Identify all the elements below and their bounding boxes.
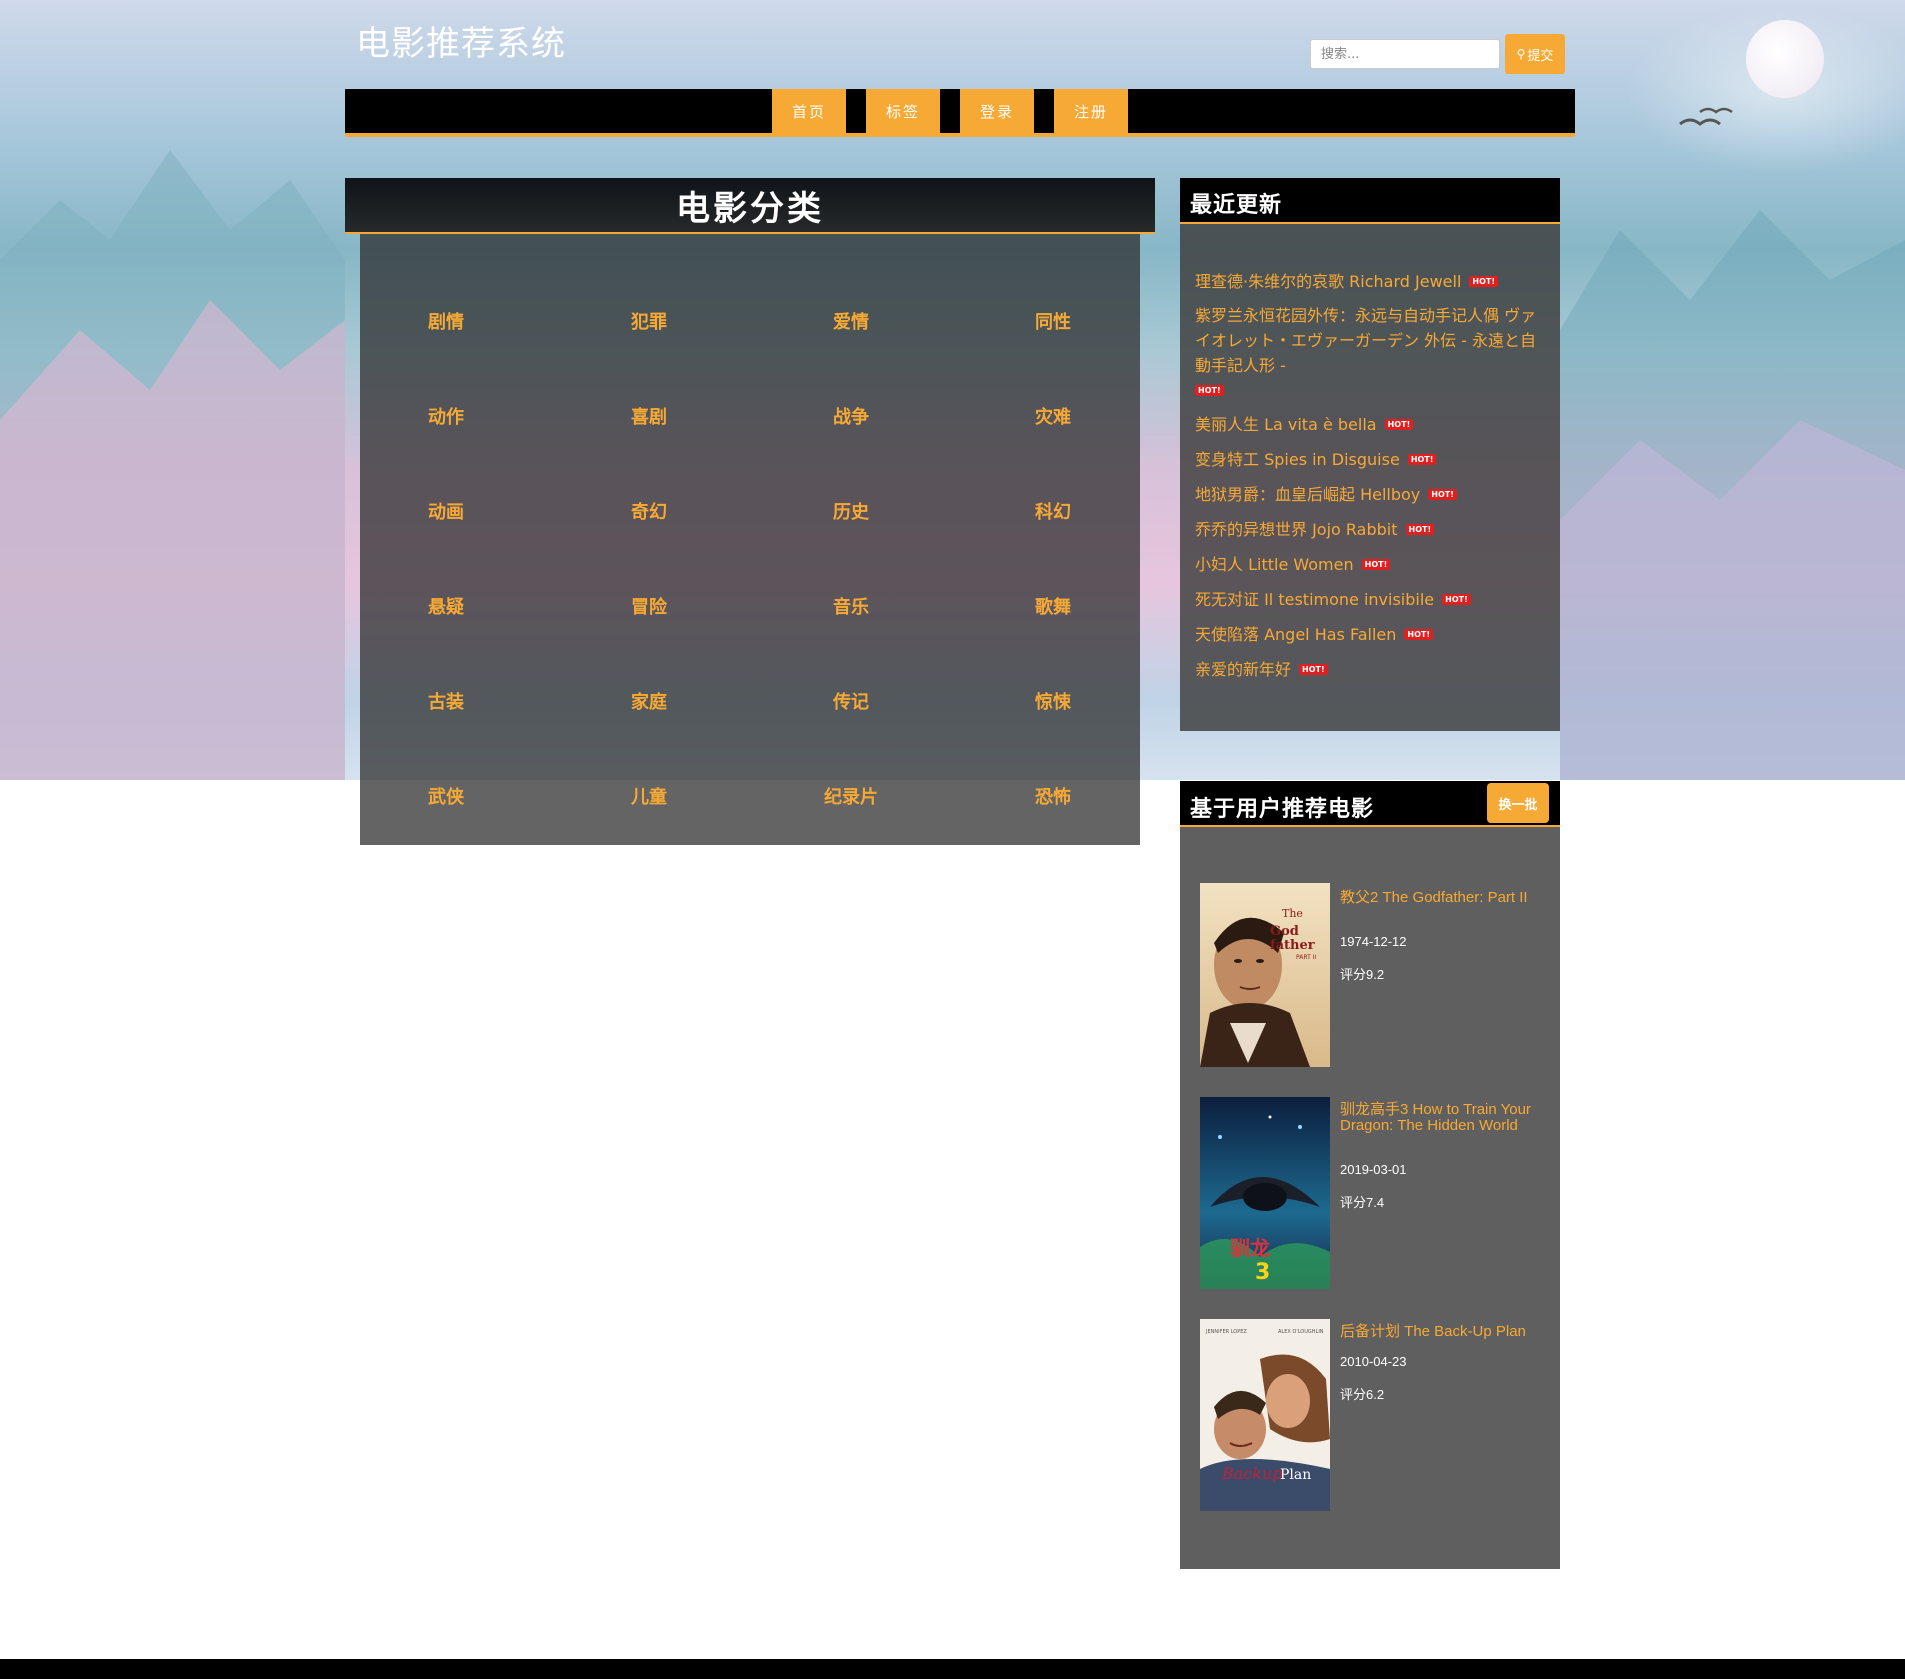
category-link[interactable]: 家庭 [589,688,709,714]
hot-badge: HOT! [1299,664,1328,675]
svg-text:Plan: Plan [1280,1467,1311,1483]
svg-text:JENNIFER LOPEZ: JENNIFER LOPEZ [1205,1329,1247,1335]
category-link[interactable]: 同性 [993,308,1113,334]
movie-poster[interactable]: JENNIFER LOPEZ ALEX O'LOUGHLIN Backup Pl… [1200,1319,1330,1511]
category-link[interactable]: 纪录片 [791,783,911,809]
movie-poster[interactable]: The God father PART II [1200,883,1330,1067]
hot-badge: HOT! [1442,594,1471,605]
movie-rating: 评分7.4 [1340,1195,1385,1210]
category-link[interactable]: 动作 [386,403,506,429]
category-link[interactable]: 儿童 [589,783,709,809]
svg-text:Backup: Backup [1221,1464,1283,1483]
recent-item[interactable]: 美丽人生 La vita è bella HOT! [1195,412,1545,437]
site-title: 电影推荐系统 [356,24,566,64]
category-link[interactable]: 歌舞 [993,593,1113,619]
svg-text:ALEX O'LOUGHLIN: ALEX O'LOUGHLIN [1278,1329,1324,1335]
nav-home[interactable]: 首页 [772,89,846,133]
category-link[interactable]: 恐怖 [993,783,1113,809]
main-navbar: 首页 标签 登录 注册 [345,89,1575,137]
movie-title-link[interactable]: 后备计划 The Back-Up Plan [1340,1324,1550,1340]
svg-text:PART II: PART II [1296,954,1316,961]
hot-badge: HOT! [1404,629,1433,640]
category-link[interactable]: 音乐 [791,593,911,619]
svg-text:father: father [1270,938,1315,953]
hot-badge: HOT! [1469,276,1499,287]
category-link[interactable]: 灾难 [993,403,1113,429]
recent-item[interactable]: 地狱男爵：血皇后崛起 Hellboy HOT! [1195,482,1545,507]
category-link[interactable]: 剧情 [386,308,506,334]
hot-badge: HOT! [1384,419,1414,430]
category-link[interactable]: 爱情 [791,308,911,334]
movie-release-date: 1974-12-12 [1340,934,1407,949]
category-link[interactable]: 历史 [791,498,911,524]
movie-rating: 评分9.2 [1340,967,1385,982]
search-icon: ⚲ [1516,47,1526,61]
svg-text:3: 3 [1255,1260,1270,1285]
recent-updates-header: 最近更新 [1180,178,1560,224]
moon-decoration [1746,20,1824,98]
recent-item[interactable]: 小妇人 Little Women HOT! [1195,552,1545,577]
recent-updates-title: 最近更新 [1190,193,1283,218]
category-panel-title: 电影分类 [345,178,1155,234]
recent-item[interactable]: 变身特工 Spies in Disguise HOT! [1195,447,1545,472]
refresh-recommend-button[interactable]: 换一批 [1487,783,1549,823]
category-link[interactable]: 科幻 [993,498,1113,524]
search-button[interactable]: ⚲ 提交 [1505,34,1565,74]
movie-poster[interactable]: 驯龙 3 [1200,1097,1330,1289]
recent-item[interactable]: 乔乔的异想世界 Jojo Rabbit HOT! [1195,517,1545,542]
hot-badge: HOT! [1361,559,1391,570]
footer-bar [0,1659,1905,1679]
category-link[interactable]: 冒险 [589,593,709,619]
godfather-poster-image: The God father PART II [1200,883,1330,1067]
search-input[interactable] [1310,39,1500,69]
movie-title-link[interactable]: 驯龙高手3 How to Train Your Dragon: The Hidd… [1340,1102,1550,1134]
category-link[interactable]: 犯罪 [589,308,709,334]
category-link[interactable]: 传记 [791,688,911,714]
category-link[interactable]: 武侠 [386,783,506,809]
recent-item[interactable]: 死无对证 Il testimone invisibile HOT! [1195,587,1545,612]
category-link[interactable]: 惊悚 [993,688,1113,714]
movie-release-date: 2019-03-01 [1340,1162,1407,1177]
nav-login[interactable]: 登录 [960,89,1034,133]
hot-badge: HOT! [1407,454,1437,465]
recent-updates-list: 理查德·朱维尔的哀歌 Richard Jewell HOT! 紫罗兰永恒花园外传：… [1180,224,1560,731]
dragon-poster-image: 驯龙 3 [1200,1097,1330,1289]
movie-title-link[interactable]: 教父2 The Godfather: Part II [1340,890,1550,906]
recent-item[interactable]: 理查德·朱维尔的哀歌 Richard Jewell HOT! [1195,269,1545,294]
svg-text:The: The [1282,907,1303,920]
category-link[interactable]: 战争 [791,403,911,429]
recommend-header: 基于用户推荐电影 换一批 [1180,781,1560,827]
recommend-list: The God father PART II 教父2 The Godfather… [1180,827,1560,1569]
hot-badge: HOT! [1195,385,1224,396]
hot-badge: HOT! [1405,524,1435,535]
search-button-label: 提交 [1527,48,1554,64]
backup-plan-poster-image: JENNIFER LOPEZ ALEX O'LOUGHLIN Backup Pl… [1200,1319,1330,1511]
recent-item[interactable]: 亲爱的新年好 HOT! [1195,657,1545,682]
category-link[interactable]: 动画 [386,498,506,524]
recent-item[interactable]: 紫罗兰永恒花园外传：永远与自动手记人偶 ヴァイオレット・エヴァーガーデン 外伝 … [1195,303,1545,403]
nav-tags[interactable]: 标签 [866,89,940,133]
svg-text:God: God [1270,924,1299,939]
category-link[interactable]: 悬疑 [386,593,506,619]
recent-item[interactable]: 天使陷落 Angel Has Fallen HOT! [1195,622,1545,647]
movie-release-date: 2010-04-23 [1340,1354,1407,1369]
category-link[interactable]: 喜剧 [589,403,709,429]
recommend-title: 基于用户推荐电影 [1190,797,1375,822]
category-grid: 剧情 犯罪 爱情 同性 动作 喜剧 战争 灾难 动画 奇幻 历史 科幻 悬疑 冒… [360,234,1140,845]
nav-register[interactable]: 注册 [1054,89,1128,133]
category-link[interactable]: 古装 [386,688,506,714]
hot-badge: HOT! [1428,489,1457,500]
movie-rating: 评分6.2 [1340,1387,1385,1402]
svg-text:驯龙: 驯龙 [1230,1236,1270,1260]
category-link[interactable]: 奇幻 [589,498,709,524]
